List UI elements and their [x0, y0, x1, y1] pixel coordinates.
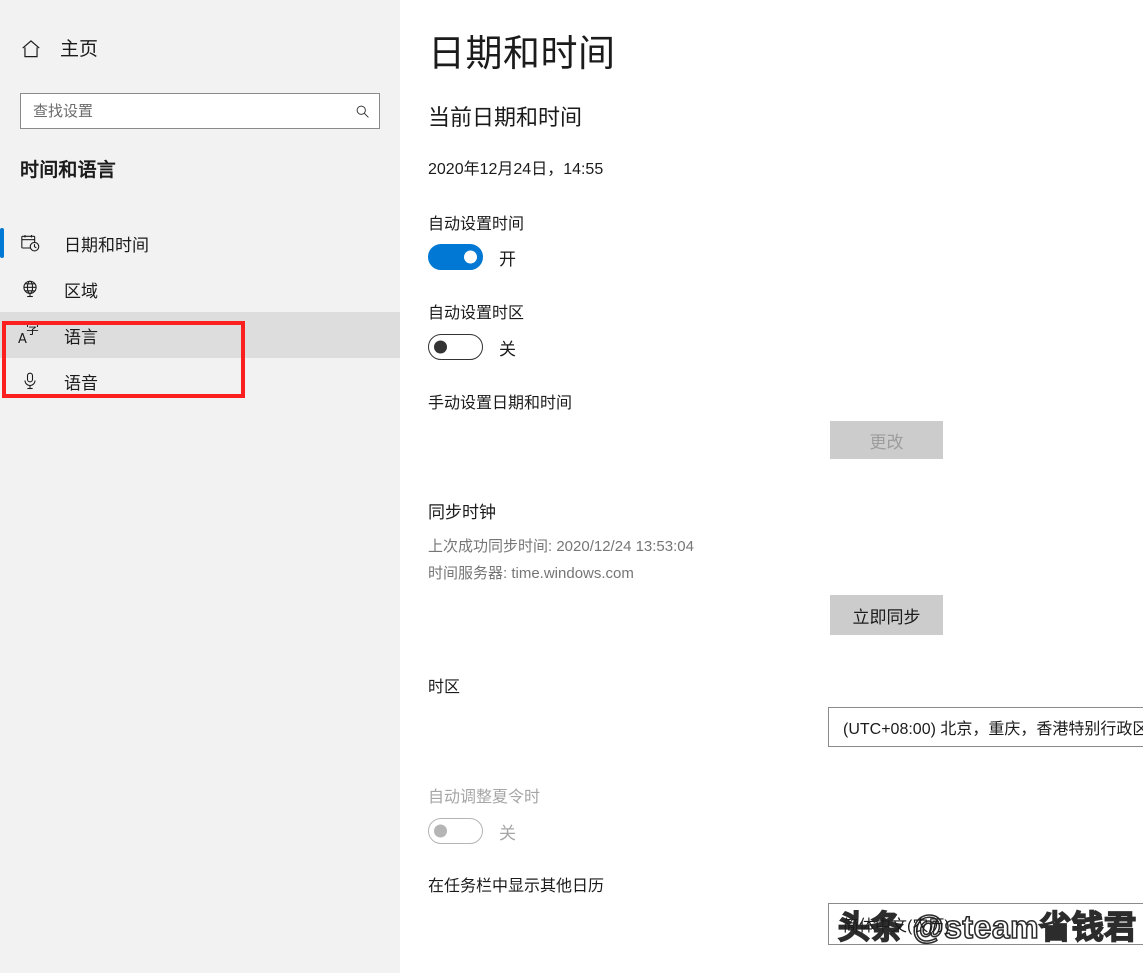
sidebar: 主页 时间和语言	[0, 0, 400, 973]
sidebar-item-region[interactable]: 区域	[0, 266, 400, 312]
settings-window: 主页 时间和语言	[0, 0, 1143, 973]
sidebar-item-date-and-time[interactable]: 日期和时间	[0, 220, 400, 266]
sidebar-nav-list: 日期和时间 区域 A 字 语言 语音	[0, 220, 400, 404]
dst-toggle	[428, 818, 483, 844]
search-box[interactable]	[20, 93, 380, 129]
last-sync-text: 上次成功同步时间: 2020/12/24 13:53:04	[428, 538, 694, 555]
current-datetime-heading: 当前日期和时间	[428, 105, 583, 130]
timezone-combobox[interactable]: (UTC+08:00) 北京，重庆，香港特别行政区，乌鲁木齐	[828, 707, 1143, 747]
auto-time-label: 自动设置时间	[428, 216, 525, 233]
sidebar-item-language[interactable]: A 字 语言	[0, 312, 400, 358]
toggle-knob	[434, 340, 447, 354]
time-server-text: 时间服务器: time.windows.com	[428, 565, 634, 582]
search-input[interactable]	[21, 94, 345, 128]
auto-timezone-state: 关	[499, 339, 516, 359]
search-icon[interactable]	[345, 94, 379, 128]
sidebar-item-label: 日期和时间	[64, 235, 149, 255]
home-label: 主页	[60, 38, 99, 60]
timezone-value: (UTC+08:00) 北京，重庆，香港特别行政区，乌鲁木齐	[843, 721, 1143, 738]
dst-label: 自动调整夏令时	[428, 789, 541, 806]
home-nav-button[interactable]: 主页	[20, 32, 98, 66]
microphone-icon	[18, 371, 42, 391]
sync-now-button[interactable]: 立即同步	[830, 595, 943, 635]
change-datetime-button[interactable]: 更改	[830, 421, 943, 459]
current-datetime-value: 2020年12月24日，14:55	[428, 161, 604, 178]
auto-timezone-label: 自动设置时区	[428, 305, 525, 322]
sidebar-item-label: 区域	[64, 281, 98, 301]
language-icon-char-zi: 字	[26, 323, 40, 338]
extra-calendar-value: 简体中文(农历)	[843, 918, 950, 935]
dst-toggle-row: 关	[428, 818, 516, 844]
calendar-clock-icon	[18, 233, 42, 253]
auto-time-toggle[interactable]	[428, 244, 483, 270]
auto-time-toggle-row: 开	[428, 244, 516, 270]
extra-calendar-label: 在任务栏中显示其他日历	[428, 878, 605, 895]
auto-time-state: 开	[499, 249, 516, 269]
timezone-label: 时区	[428, 679, 461, 696]
sync-clock-heading: 同步时钟	[428, 503, 496, 522]
dst-state: 关	[499, 823, 516, 843]
auto-timezone-toggle[interactable]	[428, 334, 483, 360]
sidebar-item-speech[interactable]: 语音	[0, 358, 400, 404]
main-content: 日期和时间 当前日期和时间 2020年12月24日，14:55 自动设置时间 开…	[400, 0, 1143, 973]
globe-icon	[18, 279, 42, 299]
toggle-knob	[464, 250, 477, 264]
page-title: 日期和时间	[428, 33, 616, 74]
manual-datetime-label: 手动设置日期和时间	[428, 395, 573, 412]
sidebar-item-label: 语言	[64, 327, 98, 347]
toggle-knob	[434, 824, 447, 838]
category-title: 时间和语言	[20, 160, 117, 181]
auto-timezone-toggle-row: 关	[428, 334, 516, 360]
home-icon	[20, 38, 42, 60]
active-accent-bar	[0, 228, 4, 258]
sidebar-item-label: 语音	[64, 373, 98, 393]
language-icon: A 字	[18, 324, 42, 346]
extra-calendar-combobox[interactable]: 简体中文(农历)	[828, 903, 1143, 945]
